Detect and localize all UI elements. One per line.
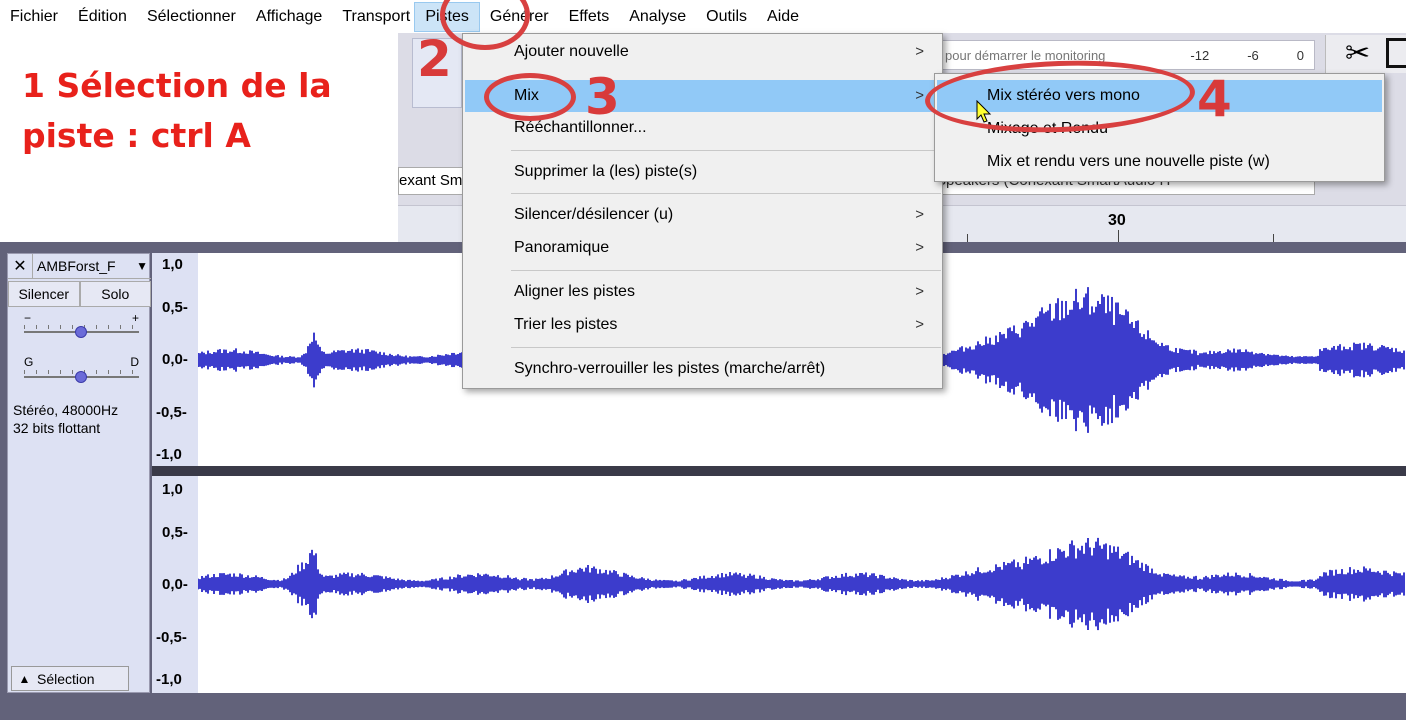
pan-slider-thumb[interactable] [75, 371, 87, 383]
gain-slider-labels: − + [24, 311, 139, 325]
menu-outils[interactable]: Outils [696, 0, 757, 33]
scale-label: 1,0 [162, 256, 183, 273]
menu-item-label: Aligner les pistes [514, 283, 635, 300]
annotation-panel: 1 Sélection de la piste : ctrl A [0, 33, 398, 242]
input-device-select[interactable]: exant Sm [398, 167, 468, 195]
chevron-right-icon: > [915, 239, 924, 256]
menu-item-label: Supprimer la (les) piste(s) [514, 163, 698, 180]
submenu-item-mix-rendu-nouvelle-piste[interactable]: Mix et rendu vers une nouvelle piste (w) [937, 146, 1382, 178]
step-number-4: 4 [1197, 70, 1232, 128]
menu-item-trier-pistes[interactable]: Trier les pistes > [465, 309, 940, 341]
chevron-right-icon: > [915, 43, 924, 60]
menu-item-label: Rééchantillonner... [514, 119, 647, 136]
scale-label: -0,5- [156, 629, 187, 646]
menu-item-supprimer-pistes[interactable]: Supprimer la (les) piste(s) [465, 156, 940, 188]
track-control-panel: ✕ AMBForst_F ▼ Silencer Solo − + G D Sté… [7, 253, 151, 693]
scale-label: 0,0- [162, 351, 188, 368]
track-buttons: Silencer Solo [8, 281, 151, 307]
meter-scale-label: -6 [1247, 47, 1259, 63]
step-number-3: 3 [585, 68, 620, 126]
chevron-right-icon: > [915, 283, 924, 300]
pan-slider-labels: G D [24, 355, 139, 369]
menu-effets[interactable]: Effets [559, 0, 620, 33]
collapse-icon[interactable]: ▲ [12, 672, 37, 686]
menu-item-label: Panoramique [514, 239, 610, 256]
menu-separator [511, 150, 941, 151]
pan-left-label: G [24, 355, 34, 369]
menu-item-panoramique[interactable]: Panoramique > [465, 232, 940, 264]
timeline-label: 30 [1108, 212, 1126, 229]
channel-separator [152, 466, 1406, 476]
scale-label: -1,0 [156, 446, 182, 463]
menu-item-label: Synchro-verrouiller les pistes (marche/a… [514, 360, 826, 377]
chevron-right-icon: > [915, 316, 924, 333]
chevron-right-icon: > [915, 87, 924, 104]
menu-separator [511, 270, 941, 271]
scale-label: 1,0 [162, 481, 183, 498]
pan-slider[interactable] [24, 371, 139, 383]
scale-label: 0,0- [162, 576, 188, 593]
meter-scale-label: 0 [1296, 47, 1304, 63]
scale-label: -1,0 [156, 671, 182, 688]
gain-slider-thumb[interactable] [75, 326, 87, 338]
mouse-cursor-icon [976, 100, 992, 123]
menu-edition[interactable]: Édition [68, 0, 137, 33]
chevron-right-icon: > [915, 206, 924, 223]
menu-selectionner[interactable]: Sélectionner [137, 0, 246, 33]
gain-slider[interactable] [24, 326, 139, 338]
track-title-bar: ✕ AMBForst_F ▼ [8, 253, 151, 279]
select-label: Sélection [37, 670, 95, 687]
pan-right-label: D [130, 355, 139, 369]
menu-item-label: Silencer/désilencer (u) [514, 206, 674, 223]
track-name[interactable]: AMBForst_F [33, 258, 116, 274]
solo-button[interactable]: Solo [79, 281, 151, 307]
menu-separator [511, 193, 941, 194]
menu-bar: Fichier Édition Sélectionner Affichage T… [0, 0, 1406, 33]
menu-aide[interactable]: Aide [757, 0, 809, 33]
menu-affichage[interactable]: Affichage [246, 0, 332, 33]
gain-minus-label: − [24, 311, 32, 325]
menu-item-aligner-pistes[interactable]: Aligner les pistes > [465, 276, 940, 308]
menu-transport[interactable]: Transport [332, 0, 414, 33]
meter-scale-label: -12 [1190, 47, 1210, 63]
menu-item-label: Trier les pistes [514, 316, 618, 333]
step-number-2: 2 [417, 30, 452, 88]
copy-icon[interactable] [1386, 38, 1406, 68]
scale-label: -0,5- [156, 404, 187, 421]
menu-analyse[interactable]: Analyse [619, 0, 696, 33]
chevron-down-icon[interactable]: ▼ [136, 259, 148, 273]
scale-label: 0,5- [162, 299, 188, 316]
track-info: Stéréo, 48000Hz 32 bits flottant [13, 401, 118, 437]
scale-label: 0,5- [162, 524, 188, 541]
menu-item-synchro-verrouiller[interactable]: Synchro-verrouiller les pistes (marche/a… [465, 353, 940, 385]
annotation-text: 1 Sélection de la piste : ctrl A [22, 66, 332, 155]
select-track-button[interactable]: ▲ Sélection [11, 666, 129, 691]
annotation-circle-mix [484, 73, 576, 121]
track-format: Stéréo, 48000Hz [13, 402, 119, 418]
gain-plus-label: + [131, 311, 139, 325]
track-bitdepth: 32 bits flottant [13, 420, 101, 436]
cut-icon[interactable]: ✂ [1345, 36, 1370, 71]
menu-fichier[interactable]: Fichier [0, 0, 68, 33]
menu-item-silencer[interactable]: Silencer/désilencer (u) > [465, 199, 940, 231]
close-track-icon[interactable]: ✕ [8, 253, 33, 279]
menu-item-ajouter-nouvelle[interactable]: Ajouter nouvelle > [465, 36, 940, 68]
mute-button[interactable]: Silencer [8, 281, 80, 307]
menu-separator [511, 347, 941, 348]
menu-item-label: Ajouter nouvelle [514, 43, 629, 60]
